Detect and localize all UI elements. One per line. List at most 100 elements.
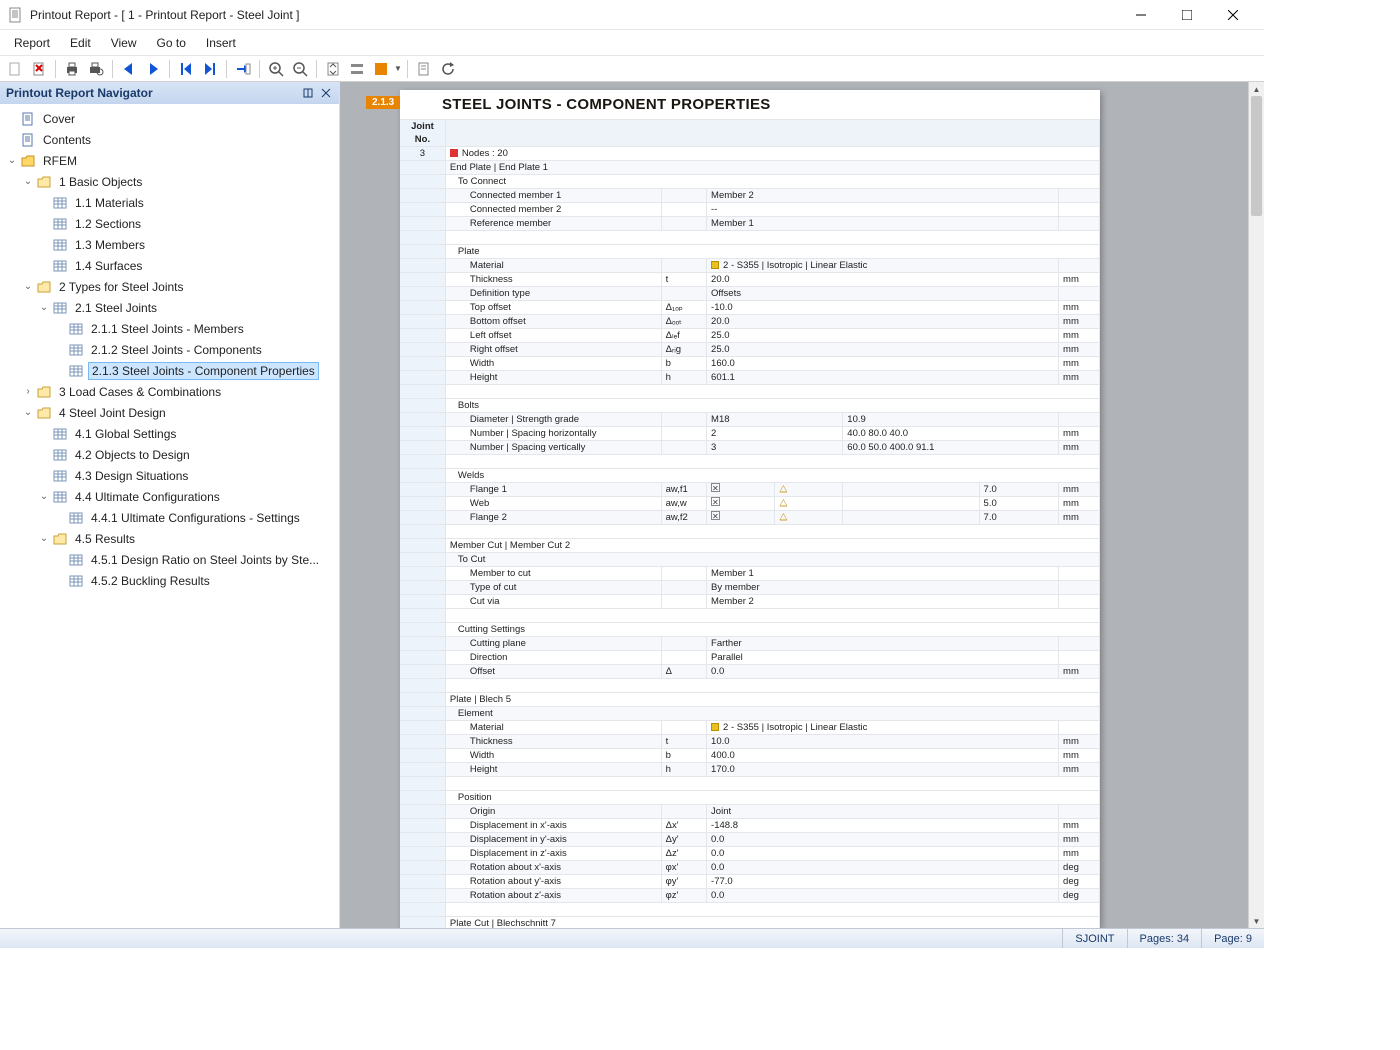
tree-item-label: 4.5.2 Buckling Results bbox=[88, 573, 213, 589]
tree-item[interactable]: 4.5.2 Buckling Results bbox=[0, 570, 339, 591]
tree-item[interactable]: ⌄4 Steel Joint Design bbox=[0, 402, 339, 423]
navigator-panel: Printout Report Navigator Cover Contents ⌄… bbox=[0, 82, 340, 928]
menu-view[interactable]: View bbox=[101, 32, 147, 54]
minimize-button[interactable] bbox=[1118, 0, 1164, 30]
tb-first-icon[interactable] bbox=[175, 58, 197, 80]
scroll-down-icon[interactable]: ▼ bbox=[1249, 914, 1264, 928]
grid-icon bbox=[68, 573, 84, 589]
tree-item[interactable]: 1.1 Materials bbox=[0, 192, 339, 213]
grid-icon bbox=[52, 468, 68, 484]
grid-icon bbox=[68, 552, 84, 568]
tb-print-icon[interactable] bbox=[61, 58, 83, 80]
navigator-tree[interactable]: Cover Contents ⌄RFEM⌄1 Basic Objects 1.1 Ma… bbox=[0, 104, 339, 928]
tree-item[interactable]: 2.1.2 Steel Joints - Components bbox=[0, 339, 339, 360]
window-title: Printout Report - [ 1 - Printout Report … bbox=[30, 8, 299, 22]
tree-item-label: 4.5 Results bbox=[72, 531, 138, 547]
menu-insert[interactable]: Insert bbox=[196, 32, 246, 54]
document-page: 2.1.3 STEEL JOINTS - COMPONENT PROPERTIE… bbox=[400, 90, 1100, 928]
scroll-up-icon[interactable]: ▲ bbox=[1249, 82, 1264, 96]
tree-item-label: 1.3 Members bbox=[72, 237, 148, 253]
tree-item[interactable]: ⌄2 Types for Steel Joints bbox=[0, 276, 339, 297]
grid-icon bbox=[68, 510, 84, 526]
grid-icon bbox=[68, 321, 84, 337]
tb-last-icon[interactable] bbox=[199, 58, 221, 80]
tree-item-label: 3 Load Cases & Combinations bbox=[56, 384, 224, 400]
maximize-button[interactable] bbox=[1164, 0, 1210, 30]
tree-item-label: 4.4 Ultimate Configurations bbox=[72, 489, 223, 505]
scroll-thumb[interactable] bbox=[1251, 96, 1262, 216]
document-pane: 2.1.3 STEEL JOINTS - COMPONENT PROPERTIE… bbox=[340, 82, 1264, 928]
tree-item[interactable]: 4.4.1 Ultimate Configurations - Settings bbox=[0, 507, 339, 528]
vertical-scrollbar[interactable]: ▲ ▼ bbox=[1248, 82, 1264, 928]
tree-item[interactable]: 4.1 Global Settings bbox=[0, 423, 339, 444]
tree-item[interactable]: ⌄4.4 Ultimate Configurations bbox=[0, 486, 339, 507]
tree-item-label: 2 Types for Steel Joints bbox=[56, 279, 187, 295]
grid-icon bbox=[52, 195, 68, 211]
tree-item-label: 4.5.1 Design Ratio on Steel Joints by St… bbox=[88, 552, 322, 568]
tree-item-label: 4.2 Objects to Design bbox=[72, 447, 193, 463]
tree-item[interactable]: Contents bbox=[0, 129, 339, 150]
tb-goto-icon[interactable] bbox=[232, 58, 254, 80]
tree-item[interactable]: 1.3 Members bbox=[0, 234, 339, 255]
tree-item-label: RFEM bbox=[40, 153, 80, 169]
grid-icon bbox=[52, 426, 68, 442]
tree-item-label: 1.2 Sections bbox=[72, 216, 144, 232]
section-badge: 2.1.3 bbox=[366, 96, 400, 109]
folder-icon bbox=[36, 405, 52, 421]
tree-item[interactable]: 4.2 Objects to Design bbox=[0, 444, 339, 465]
panel-dock-icon[interactable] bbox=[301, 86, 315, 100]
tb-fit-page-icon[interactable] bbox=[322, 58, 344, 80]
navigator-title: Printout Report Navigator bbox=[6, 86, 153, 100]
tree-item-label: 4.4.1 Ultimate Configurations - Settings bbox=[88, 510, 303, 526]
tree-item-label: 2.1.2 Steel Joints - Components bbox=[88, 342, 265, 358]
folder-icon bbox=[36, 279, 52, 295]
tb-zoom-in-icon[interactable] bbox=[265, 58, 287, 80]
tree-item[interactable]: ›3 Load Cases & Combinations bbox=[0, 381, 339, 402]
tb-print-preview-icon[interactable] bbox=[85, 58, 107, 80]
tree-item-label: Contents bbox=[40, 132, 94, 148]
navigator-title-bar: Printout Report Navigator bbox=[0, 82, 339, 104]
tb-delete-page-icon[interactable] bbox=[28, 58, 50, 80]
tb-doc-icon[interactable] bbox=[413, 58, 435, 80]
tree-item[interactable]: ⌄1 Basic Objects bbox=[0, 171, 339, 192]
folder-icon bbox=[52, 531, 68, 547]
tree-item-label: 2.1.3 Steel Joints - Component Propertie… bbox=[88, 362, 319, 380]
grid-icon bbox=[68, 363, 84, 379]
tree-item[interactable]: ⌄4.5 Results bbox=[0, 528, 339, 549]
tree-item[interactable]: ⌄RFEM bbox=[0, 150, 339, 171]
menu-report[interactable]: Report bbox=[4, 32, 60, 54]
tree-item[interactable]: Cover bbox=[0, 108, 339, 129]
tree-item-label: 1 Basic Objects bbox=[56, 174, 145, 190]
tree-item[interactable]: 1.2 Sections bbox=[0, 213, 339, 234]
status-bar: SJOINT Pages: 34 Page: 9 bbox=[0, 928, 1264, 948]
tree-item[interactable]: 4.3 Design Situations bbox=[0, 465, 339, 486]
app-icon bbox=[8, 7, 24, 23]
tb-prev-icon[interactable] bbox=[118, 58, 140, 80]
tree-item[interactable]: 1.4 Surfaces bbox=[0, 255, 339, 276]
grid-icon bbox=[52, 447, 68, 463]
status-module: SJOINT bbox=[1062, 929, 1126, 948]
folder-icon bbox=[36, 384, 52, 400]
tb-new-page-icon[interactable] bbox=[4, 58, 26, 80]
tree-item[interactable]: 2.1.1 Steel Joints - Members bbox=[0, 318, 339, 339]
tb-zoom-out-icon[interactable] bbox=[289, 58, 311, 80]
tb-refresh-icon[interactable] bbox=[437, 58, 459, 80]
tree-item[interactable]: 4.5.1 Design Ratio on Steel Joints by St… bbox=[0, 549, 339, 570]
tree-item[interactable]: 2.1.3 Steel Joints - Component Propertie… bbox=[0, 360, 339, 381]
status-pages: Pages: 34 bbox=[1127, 929, 1202, 948]
grid-icon bbox=[52, 489, 68, 505]
tb-next-icon[interactable] bbox=[142, 58, 164, 80]
tb-collapse-icon[interactable] bbox=[346, 58, 368, 80]
title-bar: Printout Report - [ 1 - Printout Report … bbox=[0, 0, 1264, 30]
tree-item-label: 4.3 Design Situations bbox=[72, 468, 191, 484]
menu-goto[interactable]: Go to bbox=[147, 32, 196, 54]
tb-section-icon[interactable] bbox=[370, 58, 392, 80]
menu-bar: Report Edit View Go to Insert bbox=[0, 30, 1264, 56]
grid-icon bbox=[52, 237, 68, 253]
tree-item-label: 1.1 Materials bbox=[72, 195, 147, 211]
tree-item-label: 4.1 Global Settings bbox=[72, 426, 179, 442]
panel-close-icon[interactable] bbox=[319, 86, 333, 100]
close-button[interactable] bbox=[1210, 0, 1256, 30]
tree-item[interactable]: ⌄2.1 Steel Joints bbox=[0, 297, 339, 318]
menu-edit[interactable]: Edit bbox=[60, 32, 101, 54]
